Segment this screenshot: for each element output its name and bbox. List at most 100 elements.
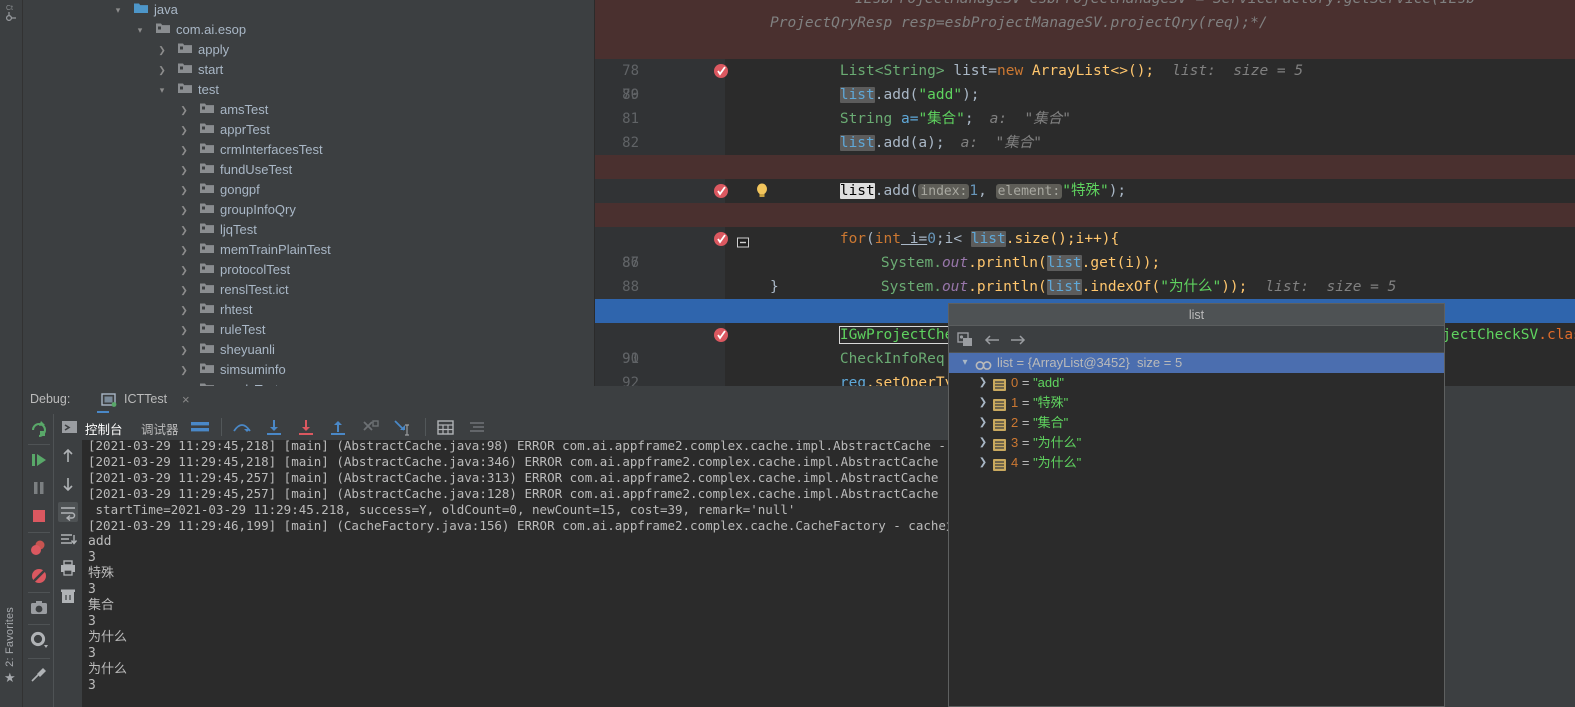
resume-program-icon[interactable] [29,450,49,470]
intention-bulb-icon[interactable] [685,159,767,197]
code-line-86: 86 for(int i=0;i< list.size();i++){ [595,203,1575,271]
rerun-icon[interactable] [29,419,49,439]
chevron-right-icon[interactable]: ❯ [178,160,190,180]
tree-item-test[interactable]: ▾ test [24,80,594,100]
chevron-right-icon[interactable]: ❯ [178,340,190,360]
tree-item-rhtest[interactable]: ❯ rhtest [24,300,594,320]
chevron-right-icon[interactable]: ❯ [178,100,190,120]
tree-item-groupinfoqry[interactable]: ❯ groupInfoQry [24,200,594,220]
chevron-right-icon[interactable]: ❯ [977,373,989,393]
fold-end-icon[interactable] [667,281,749,321]
camera-icon[interactable] [29,598,49,618]
forward-arrow-icon[interactable] [1009,331,1027,349]
step-into-icon[interactable] [263,417,285,437]
back-arrow-icon[interactable] [983,331,1001,349]
variable-row[interactable]: ❯ 2 = "集合" [949,413,1444,433]
chevron-right-icon[interactable]: ❯ [178,260,190,280]
tab-console[interactable]: 控制台 [85,419,123,438]
chevron-down-icon[interactable]: ▾ [134,20,146,40]
tree-item-label: crmInterfacesTest [220,142,323,157]
tree-item-apply[interactable]: ❯ apply [24,40,594,60]
step-out-icon[interactable] [327,417,349,437]
evaluate-icon[interactable] [435,417,457,437]
tree-item-crminterfacestest[interactable]: ❯ crmInterfacesTest [24,140,594,160]
chevron-right-icon[interactable]: ❯ [977,413,989,433]
tree-item-label: simsuminfo [220,362,286,377]
console-icon[interactable] [60,417,80,437]
breakpoint-disabled-icon[interactable] [643,15,729,55]
chevron-right-icon[interactable]: ❯ [178,180,190,200]
layout-icon[interactable] [189,417,211,437]
tree-item-gongpf[interactable]: ❯ gongpf [24,180,594,200]
tree-item-com-ai-esop[interactable]: ▾ com.ai.esop [24,20,594,40]
breakpoint-verified-icon[interactable] [643,207,728,246]
fold-end-icon[interactable] [667,17,749,57]
clear-all-icon[interactable] [58,586,78,606]
chevron-right-icon[interactable]: ❯ [178,360,190,380]
chevron-right-icon[interactable]: ❯ [156,40,168,60]
tab-icttest[interactable]: ICTTest × [97,388,190,413]
structure-icon[interactable]: Ct [5,2,18,32]
variable-row[interactable]: ❯ 0 = "add" [949,373,1444,393]
tree-item-label: protocolTest [220,262,291,277]
scroll-to-end-icon[interactable] [58,530,78,550]
chevron-right-icon[interactable]: ❯ [977,433,989,453]
chevron-right-icon[interactable]: ❯ [178,220,190,240]
tree-item-apprtest[interactable]: ❯ apprTest [24,120,594,140]
chevron-right-icon[interactable]: ❯ [178,140,190,160]
chevron-right-icon[interactable]: ❯ [977,393,989,413]
project-tree[interactable]: ▾ java ▾ com.ai.esop ❯ apply ❯ start ▾ test ❯ amsTe… [24,0,594,386]
tree-item-protocoltest[interactable]: ❯ protocolTest [24,260,594,280]
chevron-right-icon[interactable]: ❯ [178,120,190,140]
tree-item-start[interactable]: ❯ start [24,60,594,80]
breakpoint-verified-icon[interactable] [643,303,728,342]
breakpoint-verified-icon[interactable] [643,39,728,78]
breakpoint-verified-icon[interactable] [643,159,728,198]
chevron-down-icon[interactable]: ▾ [156,80,168,100]
fold-collapse-icon[interactable] [667,209,749,248]
list-item-icon [993,417,1006,431]
mute-breakpoints-icon[interactable] [29,566,49,586]
chevron-right-icon[interactable]: ❯ [178,300,190,320]
scroll-up-icon[interactable] [58,446,78,466]
folder-blue-icon [134,0,150,20]
tree-item-simsuminfo[interactable]: ❯ simsuminfo [24,360,594,380]
print-icon[interactable] [58,558,78,578]
close-icon[interactable]: × [182,392,190,407]
variable-row-root[interactable]: ▾ list = {ArrayList@3452} size = 5 [949,353,1444,373]
tree-item-ruletest[interactable]: ❯ ruleTest [24,320,594,340]
tree-item-fundusetest[interactable]: ❯ fundUseTest [24,160,594,180]
tree-item-memtrainplaintest[interactable]: ❯ memTrainPlainTest [24,240,594,260]
step-over-icon[interactable] [231,417,253,437]
stop-icon[interactable] [29,506,49,526]
tree-item-rensltest-ict[interactable]: ❯ renslTest.ict [24,280,594,300]
force-step-into-icon[interactable] [295,417,317,437]
chevron-right-icon[interactable]: ❯ [178,320,190,340]
variable-row[interactable]: ❯ 4 = "为什么" [949,453,1444,473]
chevron-down-icon[interactable]: ▾ [112,0,124,20]
chevron-right-icon[interactable]: ❯ [156,60,168,80]
tab-debugger[interactable]: 调试器 [141,419,179,438]
soft-wrap-icon[interactable] [58,502,78,522]
variable-row[interactable]: ❯ 1 = "特殊" [949,393,1444,413]
chevron-right-icon[interactable]: ❯ [178,280,190,300]
gear-icon[interactable] [29,630,49,650]
popup-title: list [949,304,1444,326]
chevron-right-icon[interactable]: ❯ [977,453,989,473]
view-breakpoints-icon[interactable] [29,538,49,558]
chevron-right-icon[interactable]: ❯ [178,200,190,220]
variable-row[interactable]: ❯ 3 = "为什么" [949,433,1444,453]
sidebar-item-favorites[interactable]: 2: Favorites ★ [0,599,23,689]
tree-item-sheyuanli[interactable]: ❯ sheyuanli [24,340,594,360]
tree-item-ljqtest[interactable]: ❯ ljqTest [24,220,594,240]
tree-item-amstest[interactable]: ❯ amsTest [24,100,594,120]
chevron-right-icon[interactable]: ❯ [178,240,190,260]
run-to-cursor-icon[interactable] [391,417,413,437]
scroll-down-icon[interactable] [58,474,78,494]
popup-variables-tree[interactable]: ▾ list = {ArrayList@3452} size = 5 ❯ 0 = "a… [949,353,1444,706]
pin-icon[interactable] [29,664,49,684]
debug-value-popup[interactable]: list ▾ list = {ArrayList@3452} size = 5 ❯ 0… [948,303,1445,707]
chevron-down-icon[interactable]: ▾ [959,353,971,373]
copy-value-icon[interactable] [957,331,975,349]
tree-item-java[interactable]: ▾ java [24,0,594,20]
